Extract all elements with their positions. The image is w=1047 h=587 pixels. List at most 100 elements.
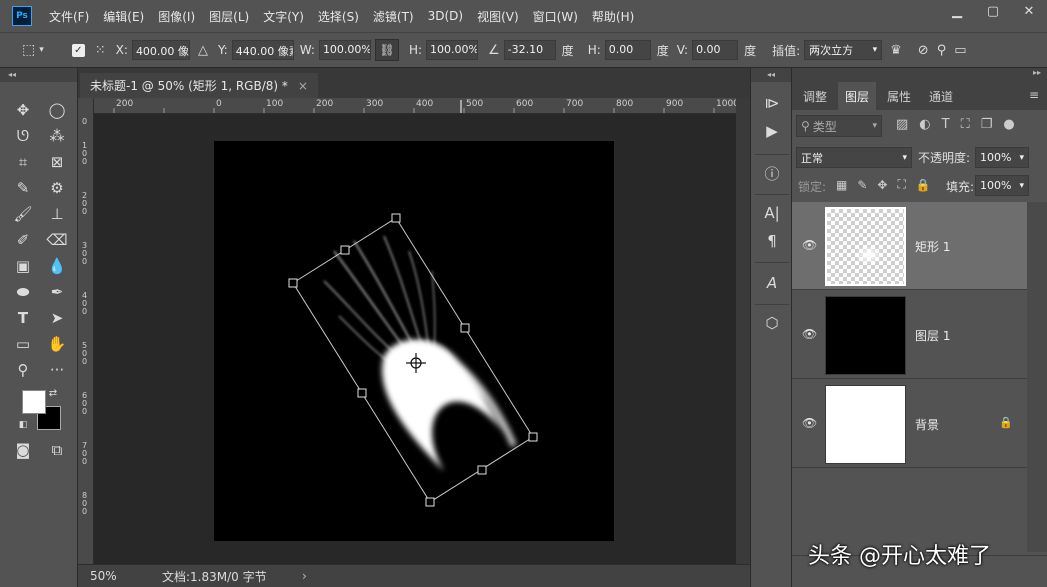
history-panel-icon[interactable]: ⧐ (759, 90, 785, 116)
opacity-input[interactable]: 100% ▾ (975, 147, 1029, 168)
zoom-level[interactable]: 50% (90, 569, 150, 583)
layer-name[interactable]: 背景 (915, 416, 939, 433)
image-filter-icon[interactable]: ▨ (896, 117, 908, 132)
frame-tool-icon[interactable]: ⊠ (44, 150, 70, 174)
photoshop-logo[interactable]: Ps (12, 6, 32, 26)
type-filter-icon[interactable]: T (942, 117, 950, 132)
menu-layer[interactable]: 图层(L) (202, 8, 256, 25)
actions-panel-icon[interactable]: ▶ (759, 118, 785, 144)
transform-tool-icon[interactable]: ⬚ (22, 42, 35, 58)
magic-wand-tool-icon[interactable]: ⁂ (44, 124, 70, 148)
hskew-input[interactable]: 0.00 (604, 40, 651, 60)
blur-tool-icon[interactable]: 💧 (44, 254, 70, 278)
reference-point-grid-icon[interactable]: ⁙ (95, 43, 106, 58)
hand-tool-icon[interactable]: ✋ (44, 332, 70, 356)
dodge-tool-icon[interactable]: ⬬ (10, 280, 36, 304)
move-tool-icon[interactable]: ✥ (10, 98, 36, 122)
3d-panel-icon[interactable]: ⬡ (759, 310, 785, 336)
info-panel-icon[interactable]: ⓘ (759, 160, 785, 186)
cancel-transform-icon[interactable]: ⊘ (918, 43, 929, 58)
layer-row-background[interactable]: 👁 背景 🔒 (792, 380, 1027, 468)
vertical-ruler[interactable]: 0 100 200 300 400 500 600 700 800 (78, 98, 94, 564)
quick-mask-icon[interactable]: ◙ (10, 438, 36, 462)
horizontal-ruler[interactable]: 200 0 100 200 300 400 500 600 700 800 90… (94, 98, 736, 114)
shape-filter-icon[interactable]: ⛶ (961, 117, 970, 132)
maximize-icon[interactable]: ▢ (975, 0, 1011, 22)
angle-input[interactable]: -32.10 (503, 40, 556, 60)
healing-tool-icon[interactable]: ⚙ (44, 176, 70, 200)
vskew-input[interactable]: 0.00 (692, 40, 739, 60)
menu-edit[interactable]: 编辑(E) (96, 8, 151, 25)
tools-collapse-icon[interactable]: ◂◂ (0, 68, 77, 82)
zoom-tool-icon[interactable]: ⚲ (10, 358, 36, 382)
x-input[interactable]: 400.00 像素 (131, 40, 190, 60)
close-icon[interactable]: ✕ (1011, 0, 1047, 22)
lock-position-icon[interactable]: ✥ (877, 178, 887, 192)
blend-mode-select[interactable]: 正常 ▾ (796, 147, 912, 168)
height-input[interactable]: 100.00% (426, 40, 479, 60)
tab-adjustments[interactable]: 调整 (796, 82, 834, 110)
glyphs-panel-icon[interactable]: A (759, 270, 785, 296)
layer-name[interactable]: 图层 1 (915, 327, 950, 344)
character-panel-icon[interactable]: A| (759, 200, 785, 226)
layer-row-layer-1[interactable]: 👁 图层 1 (792, 291, 1027, 379)
search-icon[interactable]: ⚲ (937, 43, 947, 58)
menu-filter[interactable]: 滤镜(T) (366, 8, 421, 25)
panel-collapse-icon[interactable]: ▸▸ (1033, 68, 1041, 77)
pen-tool-icon[interactable]: ✒ (44, 280, 70, 304)
foreground-color-swatch[interactable] (22, 390, 46, 414)
path-select-tool-icon[interactable]: ➤ (44, 306, 70, 330)
filter-toggle-icon[interactable]: ● (1003, 117, 1014, 132)
canvas-scrollbar[interactable] (736, 98, 750, 564)
eyedropper-tool-icon[interactable]: ✎ (10, 176, 36, 200)
swap-colors-icon[interactable]: ⇄ (46, 386, 60, 400)
marquee-tool-icon[interactable]: ◯ (44, 98, 70, 122)
layer-filter-select[interactable]: ⚲ 类型 ▾ (796, 115, 882, 137)
menu-help[interactable]: 帮助(H) (585, 8, 641, 25)
rectangle-tool-icon[interactable]: ▭ (10, 332, 36, 356)
tab-channels[interactable]: 通道 (922, 82, 960, 110)
more-tools-icon[interactable]: ··· (44, 358, 70, 382)
type-tool-icon[interactable]: T (10, 306, 36, 330)
visibility-eye-icon[interactable]: 👁 (802, 327, 817, 341)
menu-image[interactable]: 图像(I) (151, 8, 202, 25)
lock-pixels-icon[interactable]: ✎ (857, 178, 867, 192)
minimize-icon[interactable]: ▁ (939, 0, 975, 22)
delta-icon[interactable]: △ (198, 43, 208, 58)
lock-artboard-icon[interactable]: ⛶ (897, 177, 905, 192)
brush-tool-icon[interactable]: 🖌 (10, 202, 36, 226)
menu-file[interactable]: 文件(F) (42, 8, 96, 25)
lasso-tool-icon[interactable]: ᘎ (10, 124, 36, 148)
tab-properties[interactable]: 属性 (880, 82, 918, 110)
menu-select[interactable]: 选择(S) (311, 8, 366, 25)
interpolation-select[interactable]: 两次立方 ▾ (804, 40, 883, 60)
default-colors-icon[interactable]: ◧ (16, 418, 30, 432)
layer-row-rectangle-1[interactable]: 👁 矩形 1 (792, 202, 1027, 290)
status-menu-arrow[interactable]: › (302, 569, 307, 583)
warp-mode-icon[interactable]: ♛ (890, 43, 902, 58)
gradient-tool-icon[interactable]: ▣ (10, 254, 36, 278)
lock-icon[interactable]: 🔒 (999, 416, 1013, 429)
screen-mode-icon[interactable]: ⧉ (44, 438, 70, 462)
width-input[interactable]: 100.00% (318, 40, 371, 60)
paragraph-panel-icon[interactable]: ¶ (759, 228, 785, 254)
y-input[interactable]: 440.00 像素 (231, 40, 294, 60)
document-tab[interactable]: 未标题-1 @ 50% (矩形 1, RGB/8) * × (80, 73, 318, 98)
dock-collapse-icon[interactable]: ◂◂ (751, 68, 791, 82)
link-aspect-icon[interactable]: ⛓ (374, 39, 399, 61)
close-tab-icon[interactable]: × (298, 79, 308, 93)
reference-point-checkbox[interactable]: ✓ (71, 43, 85, 57)
layer-name[interactable]: 矩形 1 (915, 238, 950, 255)
history-brush-icon[interactable]: ✐ (10, 228, 36, 252)
panel-menu-icon[interactable]: ≡ (1029, 88, 1039, 102)
stamp-tool-icon[interactable]: ⊥ (44, 202, 70, 226)
tool-preset-arrow-icon[interactable]: ▾ (39, 45, 44, 55)
visibility-eye-icon[interactable]: 👁 (802, 416, 817, 430)
workspace-icon[interactable]: ▭ (954, 43, 966, 58)
fill-input[interactable]: 100% ▾ (975, 175, 1029, 196)
menu-view[interactable]: 视图(V) (470, 8, 526, 25)
tab-layers[interactable]: 图层 (838, 82, 877, 110)
adjustment-filter-icon[interactable]: ◐ (919, 117, 930, 132)
lock-all-icon[interactable]: 🔒 (916, 178, 931, 192)
document-canvas[interactable] (214, 141, 614, 541)
